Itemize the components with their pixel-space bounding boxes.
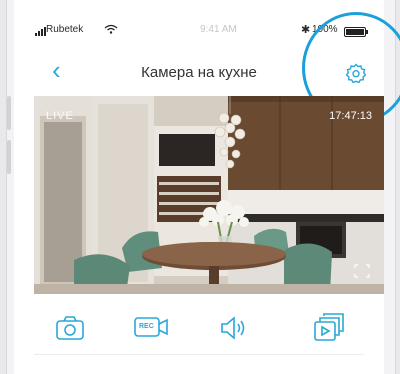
camera-control-bar: REC [14, 302, 384, 352]
speaker-icon [221, 316, 245, 340]
wifi-icon [104, 24, 118, 37]
camera-icon [56, 316, 84, 340]
record-button[interactable]: REC [132, 310, 172, 346]
live-label: LIVE [46, 110, 74, 122]
record-label: REC [139, 323, 154, 330]
bluetooth-icon: ✱ [301, 24, 311, 36]
audio-button[interactable] [214, 310, 250, 346]
camera-timestamp: 17:47:13 [329, 110, 372, 122]
fullscreen-icon [354, 264, 370, 278]
camera-live-view[interactable]: LIVE 17:47:13 [34, 96, 384, 294]
volume-down-button [7, 140, 11, 174]
fullscreen-button[interactable] [354, 264, 370, 278]
gallery-button[interactable] [310, 310, 346, 346]
gallery-icon [314, 313, 344, 341]
carrier-name: Rubetek [46, 24, 84, 35]
divider [34, 354, 364, 355]
kitchen-scene-image [34, 96, 384, 294]
status-time: 9:41 AM [200, 24, 237, 35]
volume-up-button [7, 96, 11, 130]
app-screen: Rubetek 9:41 AM ✱ 100% ‹ Камера на кухне [14, 0, 400, 374]
snapshot-button[interactable] [52, 310, 88, 346]
